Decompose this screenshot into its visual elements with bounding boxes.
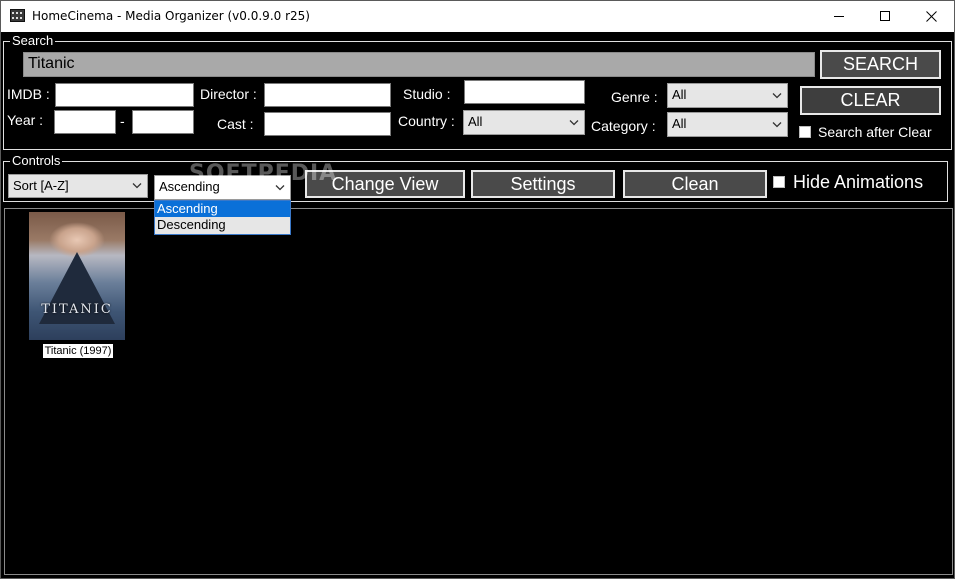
chevron-down-icon [772, 92, 782, 98]
maximize-icon [879, 11, 890, 21]
country-label: Country : [398, 113, 455, 129]
controls-group-label: Controls [10, 153, 63, 169]
settings-button[interactable]: Settings [471, 170, 615, 198]
imdb-label: IMDB : [7, 86, 50, 102]
genre-selected: All [672, 87, 687, 102]
media-grid: TITANIC Titanic (1997) [4, 208, 953, 575]
minimize-button[interactable] [816, 1, 862, 32]
studio-label: Studio : [403, 86, 451, 102]
movie-title-label[interactable]: Titanic (1997) [42, 344, 114, 358]
year-label: Year : [7, 112, 44, 128]
film-icon [10, 9, 25, 22]
order-option-ascending[interactable]: Ascending [155, 201, 290, 217]
genre-label: Genre : [611, 89, 658, 105]
chevron-down-icon [132, 183, 142, 189]
director-field[interactable] [264, 83, 391, 107]
country-select[interactable]: All [463, 110, 585, 135]
order-option-descending[interactable]: Descending [155, 217, 290, 233]
app-window: HomeCinema - Media Organizer (v0.0.9.0 r… [0, 0, 955, 579]
year-from-field[interactable] [54, 110, 116, 134]
year-to-field[interactable] [132, 110, 194, 134]
sort-selected: Sort [A-Z] [13, 178, 69, 193]
search-button[interactable]: SEARCH [820, 50, 941, 79]
close-button[interactable] [908, 1, 954, 32]
search-group-label: Search [10, 33, 56, 49]
year-separator: - [120, 113, 125, 129]
category-selected: All [672, 116, 687, 131]
country-selected: All [468, 114, 483, 129]
sort-select[interactable]: Sort [A-Z] [8, 174, 148, 198]
category-select[interactable]: All [667, 112, 788, 137]
chevron-down-icon [569, 119, 579, 125]
cast-field[interactable] [264, 112, 391, 136]
clear-button[interactable]: CLEAR [800, 86, 941, 115]
order-dropdown-list[interactable]: Ascending Descending [154, 200, 291, 235]
cast-label: Cast : [217, 116, 254, 132]
imdb-field[interactable] [55, 83, 194, 107]
maximize-button[interactable] [862, 1, 908, 32]
hide-animations-checkbox[interactable] [773, 176, 785, 188]
close-icon [925, 11, 937, 22]
director-label: Director : [200, 86, 257, 102]
chevron-down-icon [772, 121, 782, 127]
genre-select[interactable]: All [667, 83, 788, 108]
search-input[interactable]: Titanic [23, 52, 815, 77]
window-title: HomeCinema - Media Organizer (v0.0.9.0 r… [32, 9, 310, 23]
minimize-icon [833, 16, 844, 17]
clean-button[interactable]: Clean [623, 170, 767, 198]
hide-animations-label: Hide Animations [793, 172, 924, 192]
category-label: Category : [591, 118, 656, 134]
search-after-clear-label: Search after Clear [818, 124, 932, 140]
poster-title: TITANIC [41, 302, 113, 317]
studio-field[interactable] [464, 80, 585, 104]
watermark: SOFTPEDIA [189, 161, 338, 186]
title-bar[interactable]: HomeCinema - Media Organizer (v0.0.9.0 r… [1, 1, 954, 32]
search-after-clear-checkbox[interactable] [799, 126, 811, 138]
movie-tile[interactable]: TITANIC Titanic (1997) [28, 212, 128, 358]
movie-poster[interactable]: TITANIC [29, 212, 125, 340]
